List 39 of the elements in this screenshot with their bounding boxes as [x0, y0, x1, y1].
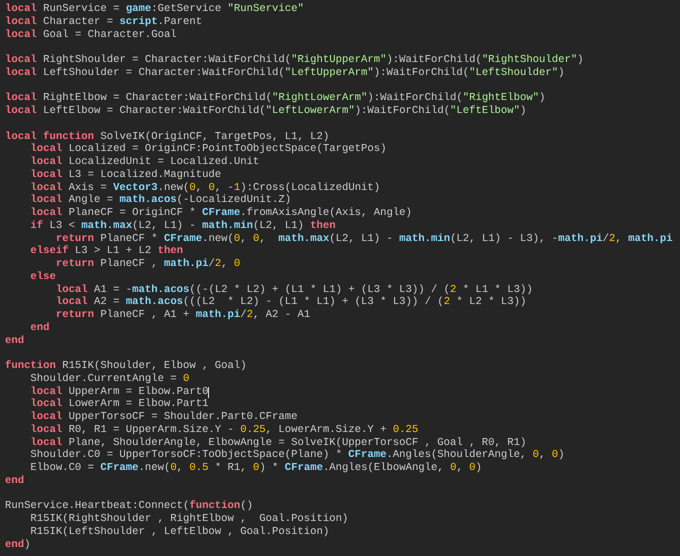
code-line: end: [5, 334, 24, 346]
code-line: local LeftElbow = Character:WaitForChild("LeftLowerArm"):WaitForChild("LeftElbow"): [5, 105, 526, 117]
code-line: local R0, R1 = UpperArm.Size.Y - 0.25, LowerArm.Size.Y + 0.25: [29, 424, 418, 436]
code-line: local LowerArm = Elbow.Part1: [29, 398, 208, 410]
code-line: local UpperArm = Elbow.Part0: [29, 386, 208, 398]
code-line: R15IK(RightShoulder , RightElbow , Goal.Position): [29, 513, 348, 525]
code-line: local Localized = OriginCF:PointToObjectSpace(TargetPos): [29, 143, 386, 156]
text-cursor: [208, 386, 210, 398]
code-line: end: [5, 474, 24, 487]
code-line: elseif L3 > L1 + L2 then: [29, 245, 184, 258]
code-line: if L3 < math.max(L2, L1) - math.min(L2, L1) then: [29, 220, 336, 232]
code-line: local Axis = Vector3.new(0, 0, -1):Cross(LocalizedUnit): [29, 182, 380, 194]
code-line: local L3 = Localized.Magnitude: [29, 168, 222, 181]
code-line: end: [29, 322, 50, 334]
code-line: Shoulder.CurrentAngle = 0: [29, 372, 190, 385]
code-line: local Goal = Character.Goal: [5, 28, 177, 40]
code-line: local A1 = -math.acos((-(L2 * L2) + (L1 * L1) + (L3 * L3)) / (2 * L1 * L3)): [54, 284, 533, 296]
code-line: local A2 = math.acos(((L2 * L2) - (L1 * L1) + (L3 * L3)) / (2 * L2 * L3)): [54, 296, 526, 308]
code-line: local Character = script.Parent: [5, 16, 202, 28]
code-line: local UpperTorsoCF = Shoulder.Part0.CFrame: [29, 411, 298, 423]
code-line: local RightElbow = Character:WaitForChild("RightLowerArm"):WaitForChild("RightElbow"): [5, 92, 546, 104]
code-line: function R15IK(Shoulder, Elbow , Goal): [5, 360, 247, 372]
code-line: RunService.Heartbeat:Connect(function(): [5, 500, 253, 512]
code-line: local PlaneCF = OriginCF * CFrame.fromAxisAngle(Axis, Angle): [29, 207, 412, 219]
code-line: local LocalizedUnit = Localized.Unit: [29, 156, 260, 168]
code-line: local Plane, ShoulderAngle, ElbowAngle = SolveIK(UpperTorsoCF , Goal , R0, R1): [29, 436, 526, 448]
code-line: local RunService = game:GetService "RunService": [5, 3, 304, 15]
code-line: local RightShoulder = Character:WaitForChild("RightUpperArm"):WaitForChild("RightShoulder"): [5, 54, 584, 66]
code-line: return PlaneCF , A1 + math.pi/2, A2 - A1: [54, 309, 310, 321]
code-line: R15IK(LeftShoulder , LeftElbow , Goal.Position): [29, 526, 330, 538]
code-line: local Angle = math.acos(-LocalizedUnit.Z): [29, 194, 292, 206]
code-line: Elbow.C0 = CFrame.new(0, 0.5 * R1, 0) * CFrame.Angles(ElbowAngle, 0, 0): [29, 462, 482, 474]
code-line: Shoulder.C0 = UpperTorsoCF:ToObjectSpace(Plane) * CFrame.Angles(ShoulderAngle, 0, 0): [29, 449, 564, 462]
code-line: else: [29, 270, 56, 283]
code-line: return PlaneCF * CFrame.new(0, 0, math.max(L2, L1) - math.min(L2, L1) - L3), -math.pi/2, math.pi: [54, 232, 673, 244]
code-line: return PlaneCF , math.pi/2, 0: [56, 258, 240, 270]
code-line: local function SolveIK(OriginCF, TargetPos, L1, L2): [5, 130, 330, 142]
code-line: end): [5, 538, 30, 550]
code-line: local LeftShoulder = Character:WaitForChild("LeftUpperArm"):WaitForChild("LeftShoulder"): [5, 66, 564, 79]
